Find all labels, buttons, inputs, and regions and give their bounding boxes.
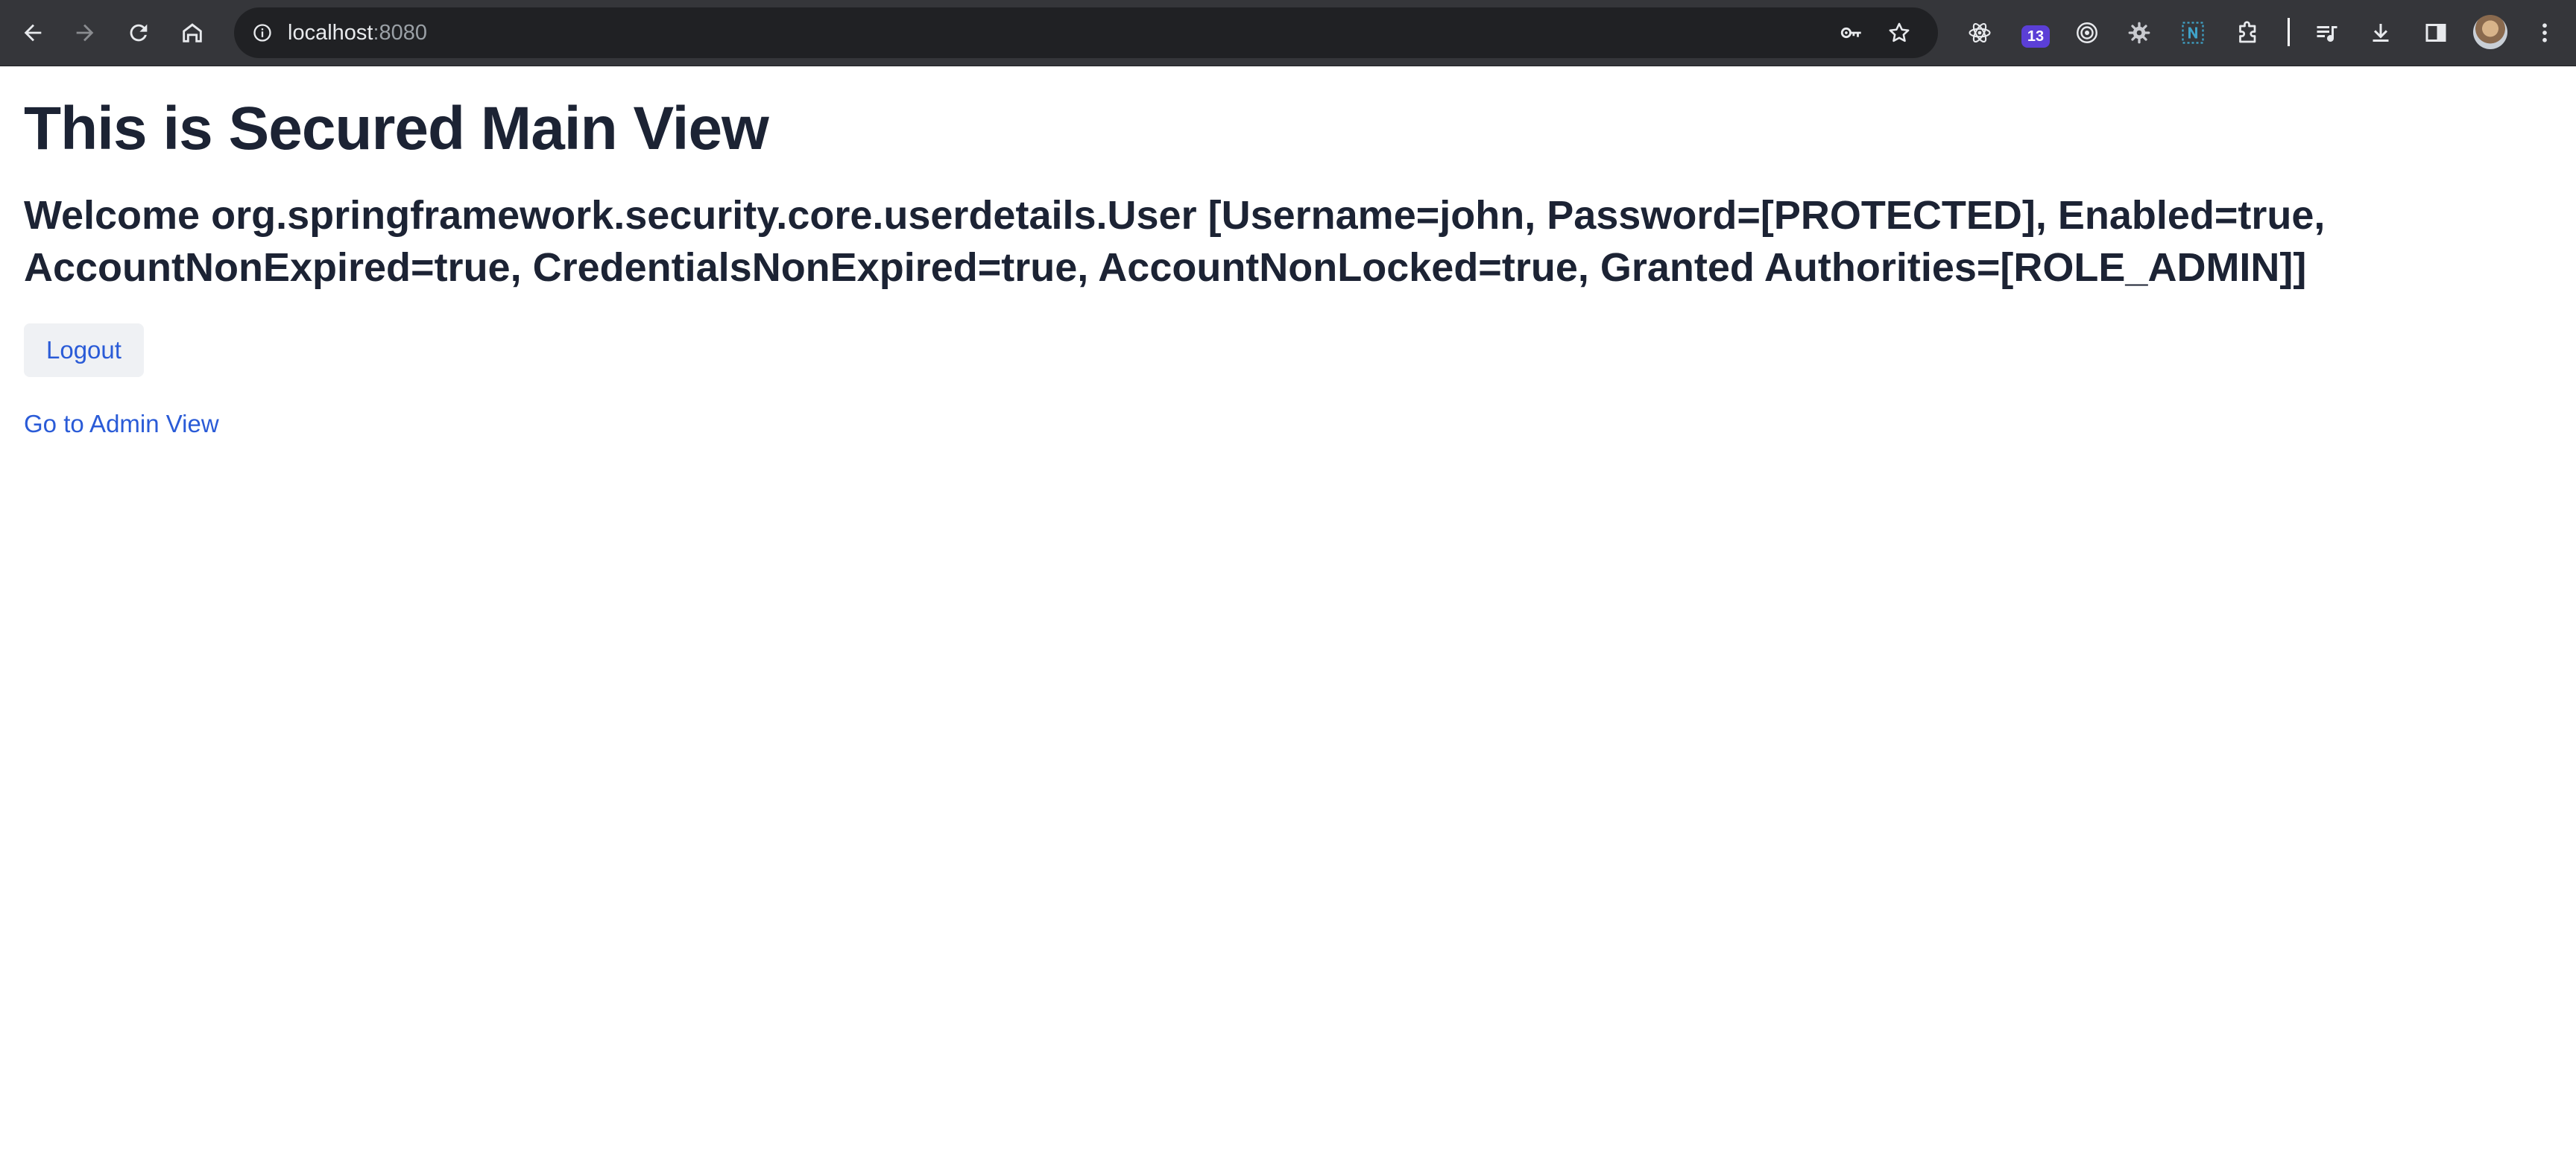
puzzle-icon (2239, 21, 2256, 43)
kebab-menu-icon (2542, 23, 2547, 42)
extension-badge: 13 (2021, 25, 2050, 48)
n-extension[interactable] (2174, 13, 2212, 52)
home-button[interactable] (170, 10, 215, 55)
back-button[interactable] (10, 10, 55, 55)
welcome-message: Welcome org.springframework.security.cor… (24, 193, 2326, 290)
gear-extension-icon (2128, 22, 2150, 44)
side-panel-button[interactable] (2416, 13, 2455, 52)
reload-icon (130, 24, 148, 42)
url-host: localhost (288, 21, 373, 45)
target-extension[interactable] (2068, 13, 2106, 52)
gear-extension[interactable] (2120, 13, 2159, 52)
toolbar-separator (2288, 18, 2290, 46)
n-extension-icon (2182, 22, 2204, 44)
admin-view-link[interactable]: Go to Admin View (24, 410, 219, 438)
home-icon (183, 23, 202, 42)
media-control-button[interactable] (2308, 13, 2346, 52)
download-icon (2373, 24, 2389, 42)
playlist-icon (2317, 26, 2337, 42)
logout-button[interactable]: Logout (24, 323, 144, 377)
browser-toolbar: localhost:8080 13 (0, 0, 2576, 66)
react-devtools-icon (1969, 22, 1991, 43)
info-icon (253, 24, 271, 42)
extensions-menu-button[interactable] (2229, 13, 2267, 52)
star-icon (1889, 22, 1910, 42)
address-bar[interactable]: localhost:8080 (234, 7, 1938, 58)
url-text[interactable]: localhost:8080 (288, 7, 427, 58)
arrow-right-icon (76, 24, 94, 42)
password-manager-button[interactable] (1835, 16, 1868, 49)
site-info-button[interactable] (244, 15, 280, 51)
downloads-button[interactable] (2361, 13, 2400, 52)
reload-button[interactable] (116, 10, 161, 55)
bookmark-button[interactable] (1883, 16, 1916, 49)
page-title: This is Secured Main View (24, 95, 769, 162)
avatar[interactable] (2473, 15, 2507, 49)
url-port: :8080 (373, 21, 428, 45)
react-devtools-extension[interactable] (1960, 13, 1999, 52)
arrow-left-icon (24, 24, 42, 42)
browser-menu-button[interactable] (2525, 13, 2564, 52)
key-icon (1840, 27, 1861, 39)
target-extension-icon (2077, 22, 2097, 43)
forward-button[interactable] (63, 10, 107, 55)
side-panel-icon (2425, 24, 2446, 42)
